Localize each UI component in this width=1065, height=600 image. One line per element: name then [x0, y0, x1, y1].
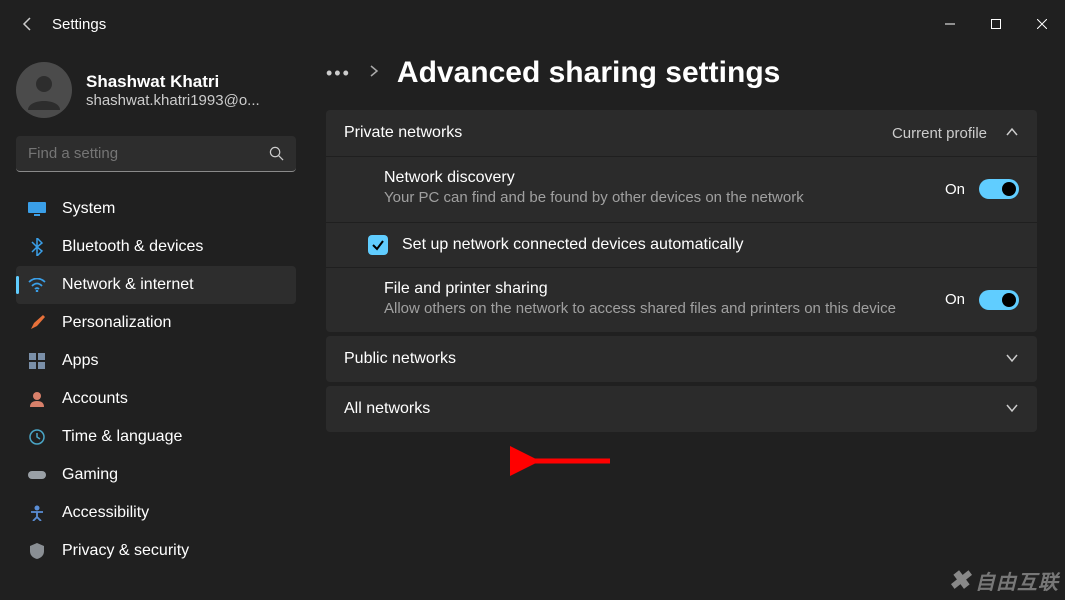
- watermark: ✖ 自由互联: [948, 565, 1059, 596]
- setting-file-printer-sharing: File and printer sharing Allow others on…: [326, 267, 1037, 333]
- sidebar-item-accounts[interactable]: Accounts: [16, 380, 296, 418]
- gamepad-icon: [28, 466, 46, 484]
- clock-icon: [28, 428, 46, 446]
- section-header-private[interactable]: Private networks Current profile: [326, 110, 1037, 156]
- section-title: Private networks: [344, 124, 462, 142]
- brush-icon: [28, 314, 46, 332]
- back-button[interactable]: [16, 12, 40, 36]
- sidebar-item-label: Personalization: [62, 314, 171, 332]
- section-header-all[interactable]: All networks: [326, 386, 1037, 432]
- search-input[interactable]: [16, 136, 296, 172]
- chevron-down-icon: [1005, 350, 1019, 368]
- sidebar-item-system[interactable]: System: [16, 190, 296, 228]
- content: ••• Advanced sharing settings Private ne…: [310, 48, 1065, 600]
- setting-auto-setup: Set up network connected devices automat…: [326, 222, 1037, 267]
- setting-network-discovery: Network discovery Your PC can find and b…: [326, 156, 1037, 222]
- sidebar-item-label: Privacy & security: [62, 542, 189, 560]
- watermark-text: 自由互联: [975, 566, 1059, 595]
- setting-title: Network discovery: [384, 169, 925, 187]
- checkbox-label: Set up network connected devices automat…: [402, 236, 744, 254]
- section-all-networks: All networks: [326, 386, 1037, 432]
- maximize-button[interactable]: [973, 8, 1019, 40]
- titlebar: Settings: [0, 0, 1065, 48]
- sidebar-item-network-internet[interactable]: Network & internet: [16, 266, 296, 304]
- close-button[interactable]: [1019, 8, 1065, 40]
- access-icon: [28, 504, 46, 522]
- section-public-networks: Public networks: [326, 336, 1037, 382]
- section-title: Public networks: [344, 350, 456, 368]
- current-profile-label: Current profile: [892, 125, 987, 142]
- nav-list: System Bluetooth & devices Network & inter…: [16, 190, 296, 570]
- app-title: Settings: [52, 16, 106, 33]
- chevron-up-icon: [1005, 124, 1019, 142]
- shield-icon: [28, 542, 46, 560]
- sidebar-item-accessibility[interactable]: Accessibility: [16, 494, 296, 532]
- user-email: shashwat.khatri1993@o...: [86, 92, 260, 109]
- window-controls: [927, 8, 1065, 40]
- toggle-state-label: On: [945, 181, 965, 198]
- user-block[interactable]: Shashwat Khatri shashwat.khatri1993@o...: [16, 56, 306, 136]
- sidebar-item-gaming[interactable]: Gaming: [16, 456, 296, 494]
- sidebar-item-label: Apps: [62, 352, 98, 370]
- setting-description: Allow others on the network to access sh…: [384, 298, 925, 321]
- search-icon: [269, 146, 284, 166]
- sidebar-item-bluetooth-devices[interactable]: Bluetooth & devices: [16, 228, 296, 266]
- chevron-right-icon: [369, 64, 379, 82]
- sidebar-item-apps[interactable]: Apps: [16, 342, 296, 380]
- bluetooth-icon: [28, 238, 46, 256]
- section-private-networks: Private networks Current profile Network…: [326, 110, 1037, 332]
- sidebar-item-label: Gaming: [62, 466, 118, 484]
- section-header-public[interactable]: Public networks: [326, 336, 1037, 382]
- setting-title: File and printer sharing: [384, 280, 925, 298]
- chevron-down-icon: [1005, 400, 1019, 418]
- monitor-icon: [28, 200, 46, 218]
- sidebar-item-personalization[interactable]: Personalization: [16, 304, 296, 342]
- page-title: Advanced sharing settings: [397, 56, 780, 90]
- minimize-button[interactable]: [927, 8, 973, 40]
- sidebar-item-label: System: [62, 200, 115, 218]
- sidebar-item-label: Network & internet: [62, 276, 194, 294]
- user-name: Shashwat Khatri: [86, 72, 260, 92]
- checkbox-auto-setup[interactable]: [368, 235, 388, 255]
- sidebar-item-label: Accessibility: [62, 504, 149, 522]
- breadcrumb-ellipsis[interactable]: •••: [326, 63, 351, 84]
- breadcrumb: ••• Advanced sharing settings: [326, 56, 1037, 90]
- toggle-file-printer-sharing[interactable]: [979, 290, 1019, 310]
- sidebar: Shashwat Khatri shashwat.khatri1993@o...…: [0, 48, 310, 600]
- setting-description: Your PC can find and be found by other d…: [384, 187, 925, 210]
- person-icon: [28, 390, 46, 408]
- sidebar-item-label: Accounts: [62, 390, 128, 408]
- watermark-logo: ✖: [948, 565, 971, 596]
- wifi-icon: [28, 276, 46, 294]
- avatar: [16, 62, 72, 118]
- apps-icon: [28, 352, 46, 370]
- sidebar-item-label: Time & language: [62, 428, 182, 446]
- toggle-network-discovery[interactable]: [979, 179, 1019, 199]
- section-title: All networks: [344, 400, 430, 418]
- sidebar-item-label: Bluetooth & devices: [62, 238, 203, 256]
- sidebar-item-time-language[interactable]: Time & language: [16, 418, 296, 456]
- sidebar-item-privacy-security[interactable]: Privacy & security: [16, 532, 296, 570]
- toggle-state-label: On: [945, 291, 965, 308]
